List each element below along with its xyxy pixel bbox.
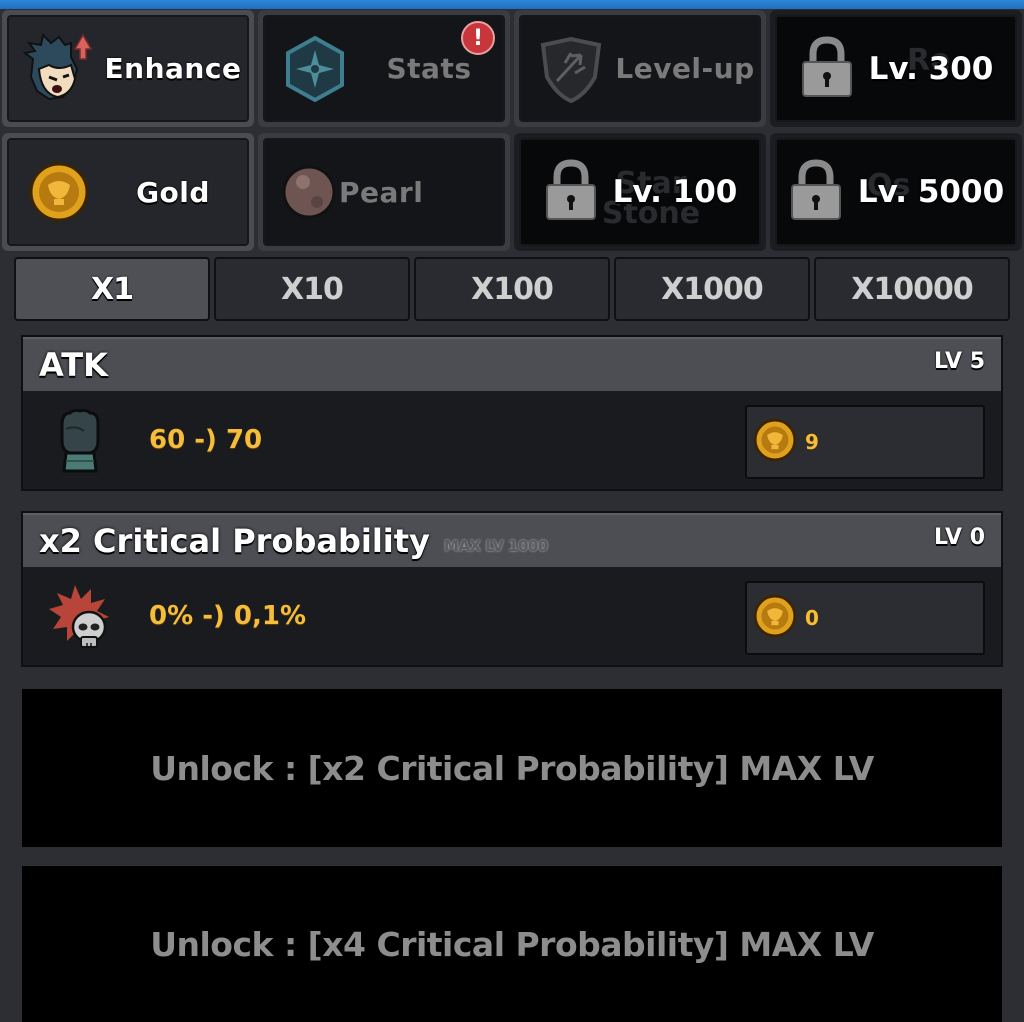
- gold-coin-icon: [19, 152, 99, 232]
- upgrade-buy-button[interactable]: 9: [745, 405, 985, 479]
- critical-skull-icon: [45, 581, 115, 651]
- upgrade-value-change: 0% -) 0,1%: [149, 601, 307, 631]
- unlock-level-text: Lv. 300: [868, 50, 994, 87]
- locked-upgrade-panel: Unlock : [x4 Critical Probability] MAX L…: [22, 866, 1002, 1022]
- tab-locked-star-stone[interactable]: Star Stone Lv. 100: [514, 133, 766, 251]
- tab-locked-lv5000[interactable]: Os Lv. 5000: [770, 133, 1022, 251]
- gold-coin-icon: [753, 418, 797, 466]
- unlock-level-text: Lv. 100: [612, 174, 738, 210]
- nav-tab-row: Enhance Stats ! Level-up Re Lv. 300: [0, 10, 1024, 127]
- tab-pearl[interactable]: Pearl: [258, 133, 510, 251]
- tab-pearl-label: Pearl: [339, 175, 424, 209]
- unlock-requirement-text: Unlock : [x2 Critical Probability] MAX L…: [150, 748, 874, 788]
- upgrade-cost: 0: [805, 606, 819, 630]
- tab-stats[interactable]: Stats !: [258, 10, 510, 127]
- tab-locked-lv300[interactable]: Re Lv. 300: [770, 10, 1022, 127]
- upgrade-max-level: MAX LV 1000: [443, 537, 548, 555]
- multiplier-x10000-button[interactable]: X10000: [814, 257, 1010, 321]
- hex-star-icon: [275, 29, 355, 109]
- tab-level-up-label: Level-up: [615, 52, 755, 85]
- multiplier-x1-button[interactable]: X1: [14, 257, 210, 321]
- trident-shield-icon: [531, 29, 611, 109]
- upgrade-card-atk: ATK LV 5 60 -) 70 9: [21, 335, 1003, 491]
- multiplier-x100-button[interactable]: X100: [414, 257, 610, 321]
- lock-icon: [799, 35, 855, 102]
- upgrade-card-x2-critical: x2 Critical Probability MAX LV 1000 LV 0…: [21, 511, 1003, 667]
- unlock-level-text: Lv. 5000: [857, 174, 1005, 210]
- tab-enhance-label: Enhance: [104, 52, 242, 85]
- upgrade-level: LV 0: [934, 525, 985, 550]
- multiplier-x10-button[interactable]: X10: [214, 257, 410, 321]
- upgrade-title: ATK: [39, 346, 108, 384]
- multiplier-x1000-button[interactable]: X1000: [614, 257, 810, 321]
- upgrade-level: LV 5: [934, 349, 985, 374]
- top-status-bar: [0, 0, 1024, 9]
- tab-gold[interactable]: Gold: [2, 133, 254, 251]
- tab-stats-label: Stats: [386, 52, 472, 85]
- currency-tab-row: Gold Pearl Star Stone Lv. 100 Os Lv. 500…: [0, 133, 1024, 251]
- lock-icon: [788, 159, 844, 225]
- gold-coin-icon: [753, 594, 797, 642]
- multiplier-selector: X1 X10 X100 X1000 X10000: [14, 257, 1010, 321]
- upgrade-value-change: 60 -) 70: [149, 425, 263, 455]
- pearl-icon: [279, 152, 339, 232]
- hero-face-upgrade-icon: [19, 29, 99, 109]
- tab-enhance[interactable]: Enhance: [2, 10, 254, 127]
- tab-gold-label: Gold: [136, 175, 210, 209]
- upgrade-buy-button[interactable]: 0: [745, 581, 985, 655]
- tab-level-up[interactable]: Level-up: [514, 10, 766, 127]
- unlock-requirement-text: Unlock : [x4 Critical Probability] MAX L…: [150, 924, 874, 964]
- fist-icon: [45, 405, 115, 475]
- locked-upgrade-panel: Unlock : [x2 Critical Probability] MAX L…: [22, 689, 1002, 847]
- alert-badge: !: [461, 21, 495, 55]
- upgrade-cost: 9: [805, 430, 819, 454]
- upgrade-title: x2 Critical Probability: [39, 522, 430, 560]
